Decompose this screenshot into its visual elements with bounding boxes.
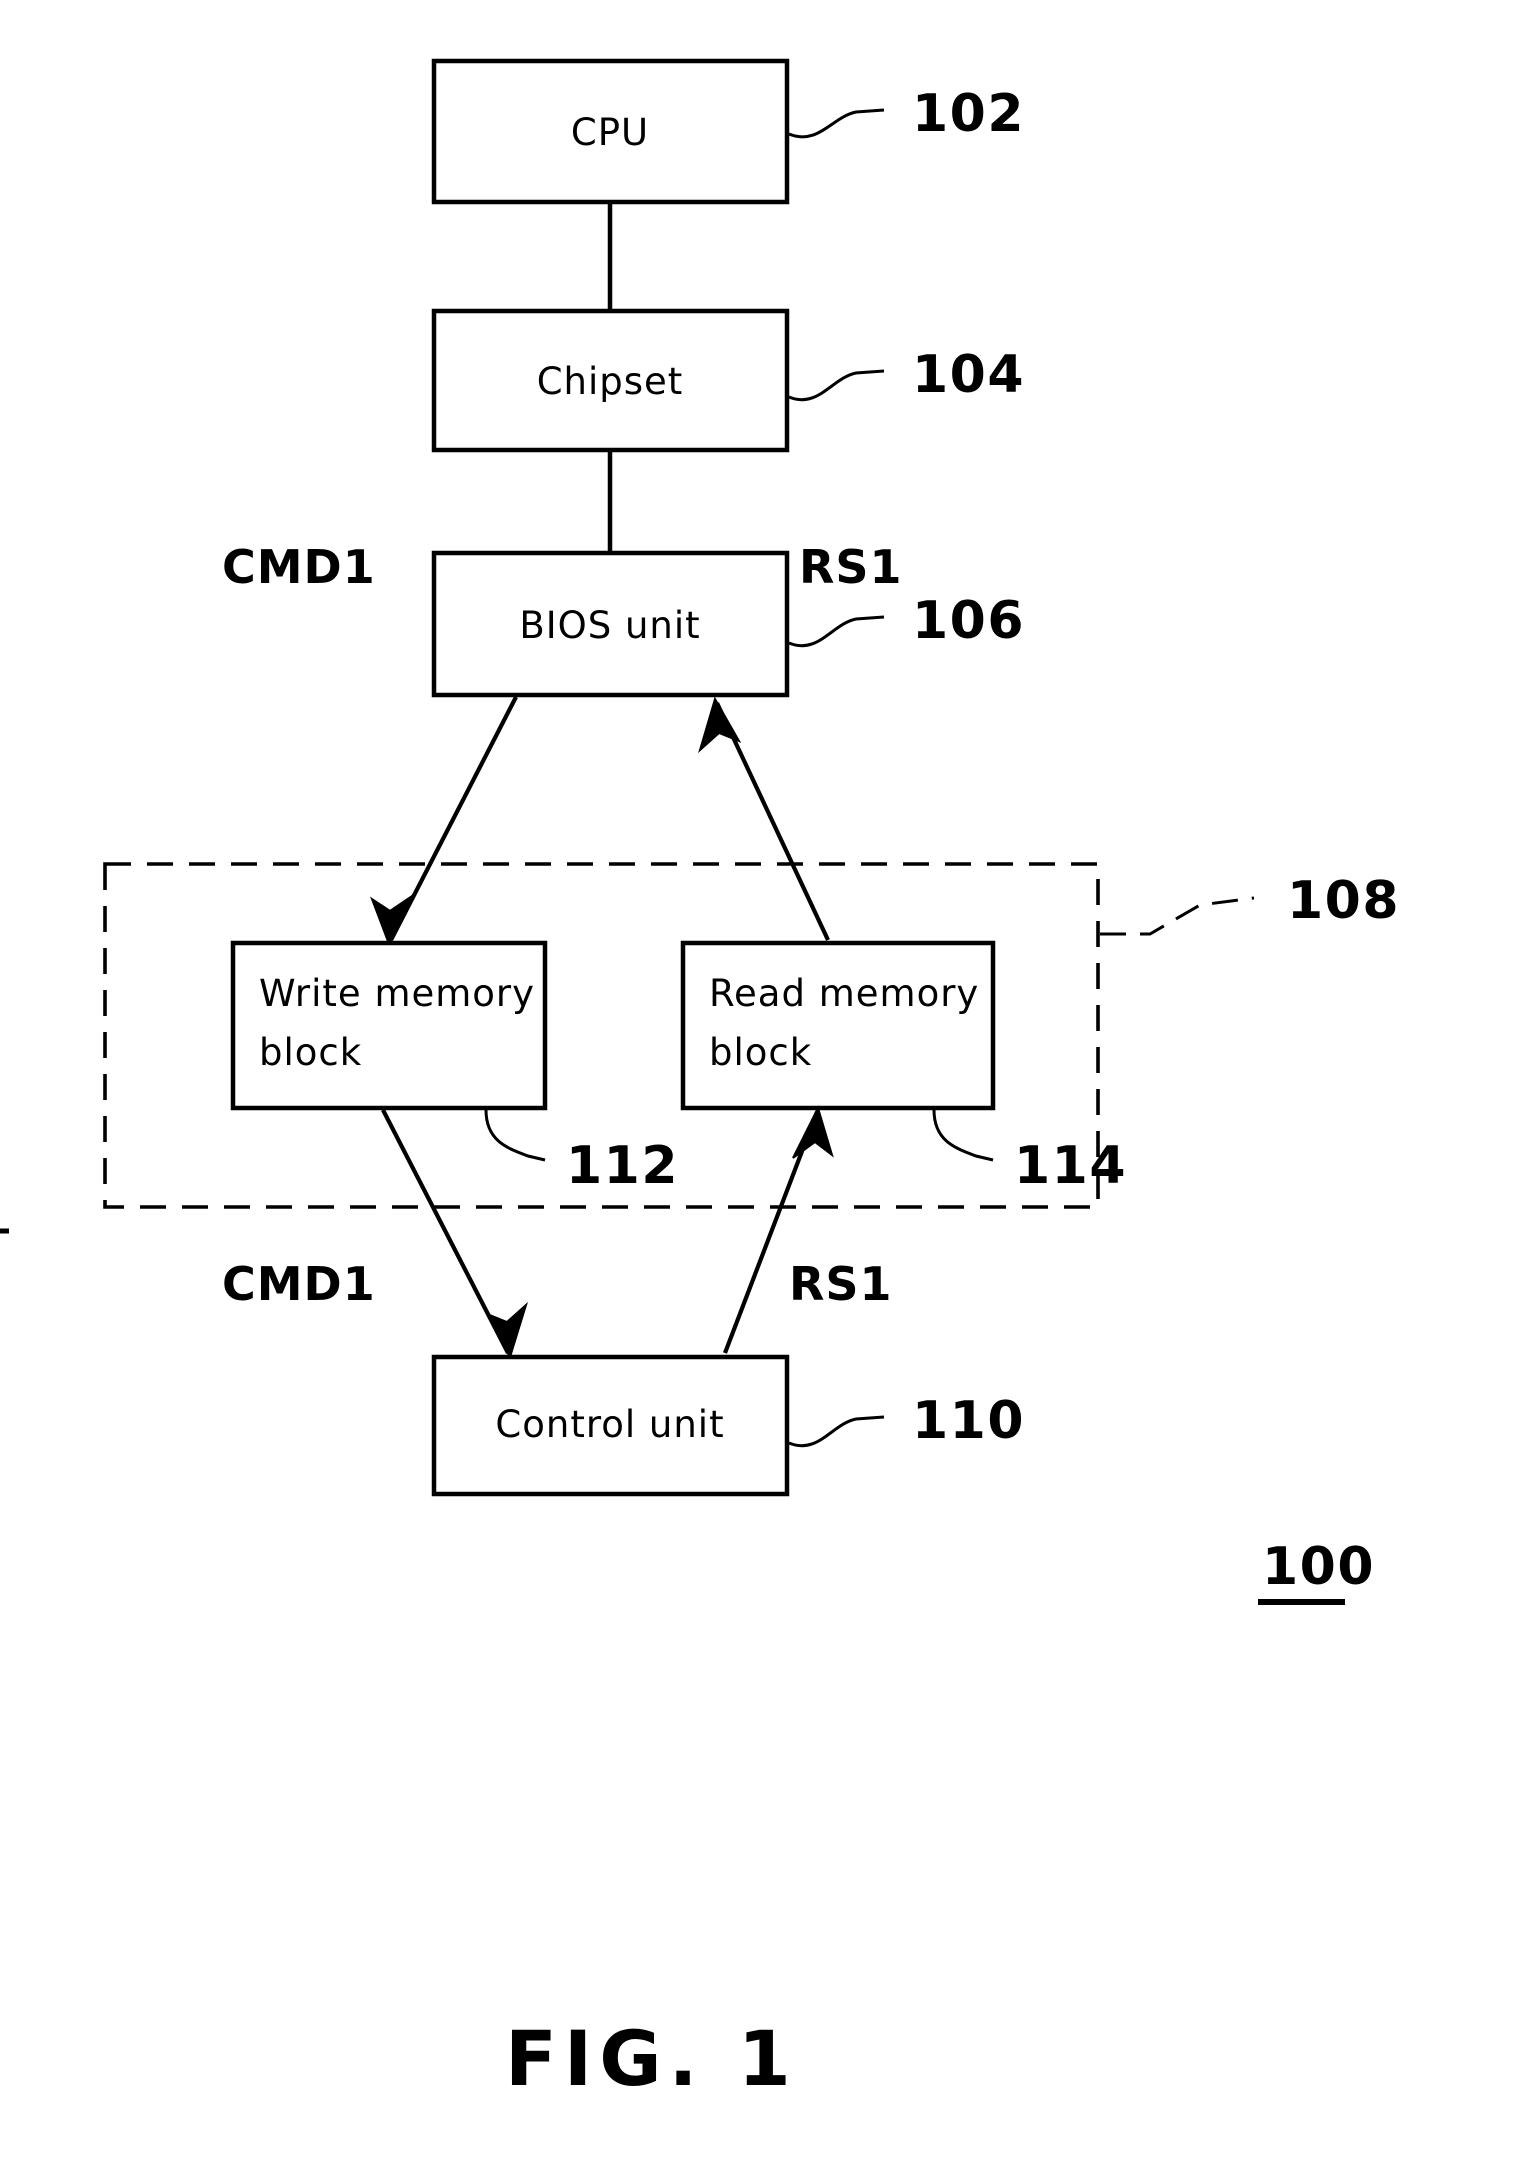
block-write-memory-label-line2: block <box>259 1031 362 1074</box>
block-bios-unit-label: BIOS unit <box>519 604 700 647</box>
figure-canvas: CPU 102 Chipset 104 BIOS unit 106 CMD1 R… <box>0 0 1531 2160</box>
arrowhead-control-to-read-memory <box>792 1105 834 1159</box>
block-read-memory-label-line1: Read memory <box>709 972 979 1015</box>
ref-number-100: 100 <box>1262 1537 1375 1597</box>
block-write-memory[interactable] <box>230 940 548 1111</box>
block-control-unit-label: Control unit <box>495 1403 724 1446</box>
block-read-memory[interactable] <box>680 940 996 1111</box>
block-write-memory-label-line1: Write memory <box>259 972 535 1015</box>
ref-number-104: 104 <box>912 345 1025 405</box>
block-chipset-label: Chipset <box>537 360 684 403</box>
ref-number-114: 114 <box>1014 1136 1127 1196</box>
leader-line-110 <box>788 1415 885 1448</box>
leader-line-114 <box>932 1109 994 1162</box>
signal-label-cmd1-lower: CMD1 <box>222 1257 376 1311</box>
ref-number-110: 110 <box>912 1391 1025 1451</box>
block-diagram: CPU 102 Chipset 104 BIOS unit 106 CMD1 R… <box>0 58 1400 2103</box>
arrowhead-write-memory-to-control <box>484 1301 529 1360</box>
ref-number-102: 102 <box>912 84 1025 144</box>
block-cpu-label: CPU <box>571 111 649 154</box>
leader-line-112 <box>484 1109 546 1162</box>
ref-number-112: 112 <box>566 1136 679 1196</box>
leader-line-104 <box>788 369 885 402</box>
arrow-bios-to-write-memory <box>389 696 518 941</box>
signal-label-cmd1-upper: CMD1 <box>222 540 376 594</box>
signal-label-rs1-lower: RS1 <box>789 1257 893 1311</box>
ref-number-108: 108 <box>1287 871 1400 931</box>
figure-caption: FIG. 1 <box>505 2014 798 2103</box>
leader-line-108 <box>1100 896 1255 936</box>
signal-label-rs1-upper: RS1 <box>799 540 903 594</box>
leader-line-102 <box>788 108 885 139</box>
arrowhead-bios-to-write-memory <box>369 893 415 947</box>
ref-number-106: 106 <box>912 591 1025 651</box>
leader-line-106 <box>788 615 885 648</box>
block-read-memory-label-line2: block <box>709 1031 812 1074</box>
